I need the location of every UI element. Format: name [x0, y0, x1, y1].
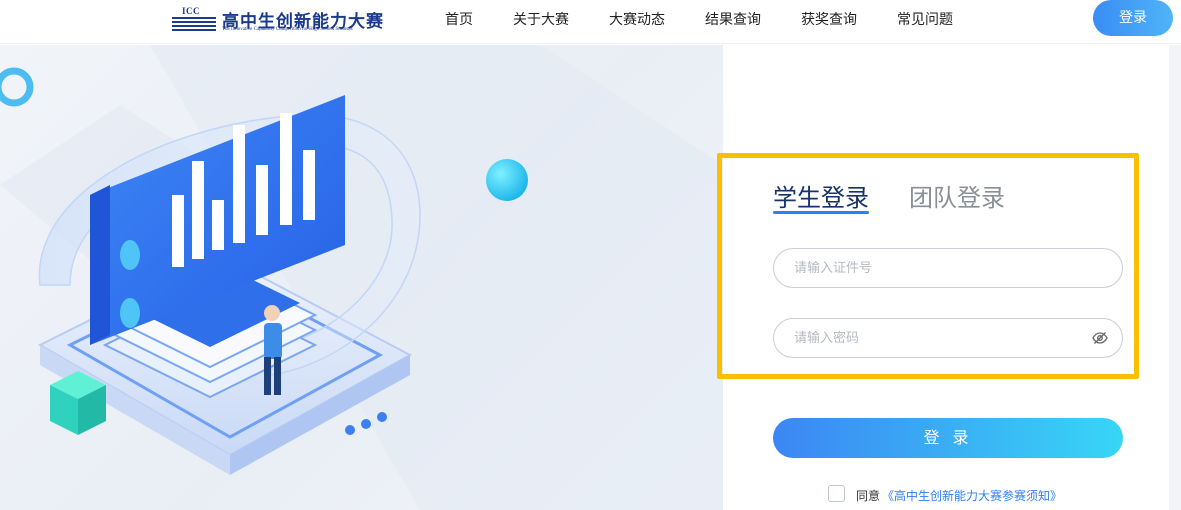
logo-subtitle: The Innovative Capability Competition fo…	[222, 27, 353, 32]
password-input[interactable]	[794, 319, 1094, 357]
active-tab-indicator	[773, 211, 869, 214]
password-field[interactable]	[773, 318, 1123, 358]
nav-news[interactable]: 大赛动态	[609, 9, 665, 29]
hero-illustration	[0, 45, 723, 510]
nav-faq[interactable]: 常见问题	[897, 9, 953, 29]
header-login-button[interactable]: 登录	[1093, 0, 1173, 36]
agree-label: 同意	[856, 489, 881, 503]
competition-logo[interactable]: ICC 高中生创新能力大赛 The Innovative Capability …	[172, 6, 384, 34]
isometric-chart-illustration	[0, 45, 723, 510]
rules-link[interactable]: 《高中生创新能力大赛参赛须知》	[882, 487, 1062, 504]
nav-results[interactable]: 结果查询	[705, 9, 761, 29]
nav-home[interactable]: 首页	[445, 9, 473, 29]
id-number-input[interactable]	[794, 249, 1094, 287]
id-number-field[interactable]	[773, 248, 1123, 288]
logo-abbr: ICC	[182, 6, 201, 16]
icc-logo-mark: ICC	[172, 6, 216, 34]
agree-checkbox[interactable]	[828, 485, 845, 502]
top-header: ICC 高中生创新能力大赛 The Innovative Capability …	[0, 0, 1181, 44]
nav-about[interactable]: 关于大赛	[513, 9, 569, 29]
cyan-sphere	[486, 159, 528, 201]
login-submit-button[interactable]: 登 录	[773, 418, 1123, 458]
nav-awards[interactable]: 获奖查询	[801, 9, 857, 29]
page-edge	[1169, 45, 1181, 510]
tab-student-login[interactable]: 学生登录	[773, 178, 869, 213]
tab-team-login[interactable]: 团队登录	[909, 178, 1005, 213]
eye-off-icon[interactable]	[1092, 331, 1108, 345]
